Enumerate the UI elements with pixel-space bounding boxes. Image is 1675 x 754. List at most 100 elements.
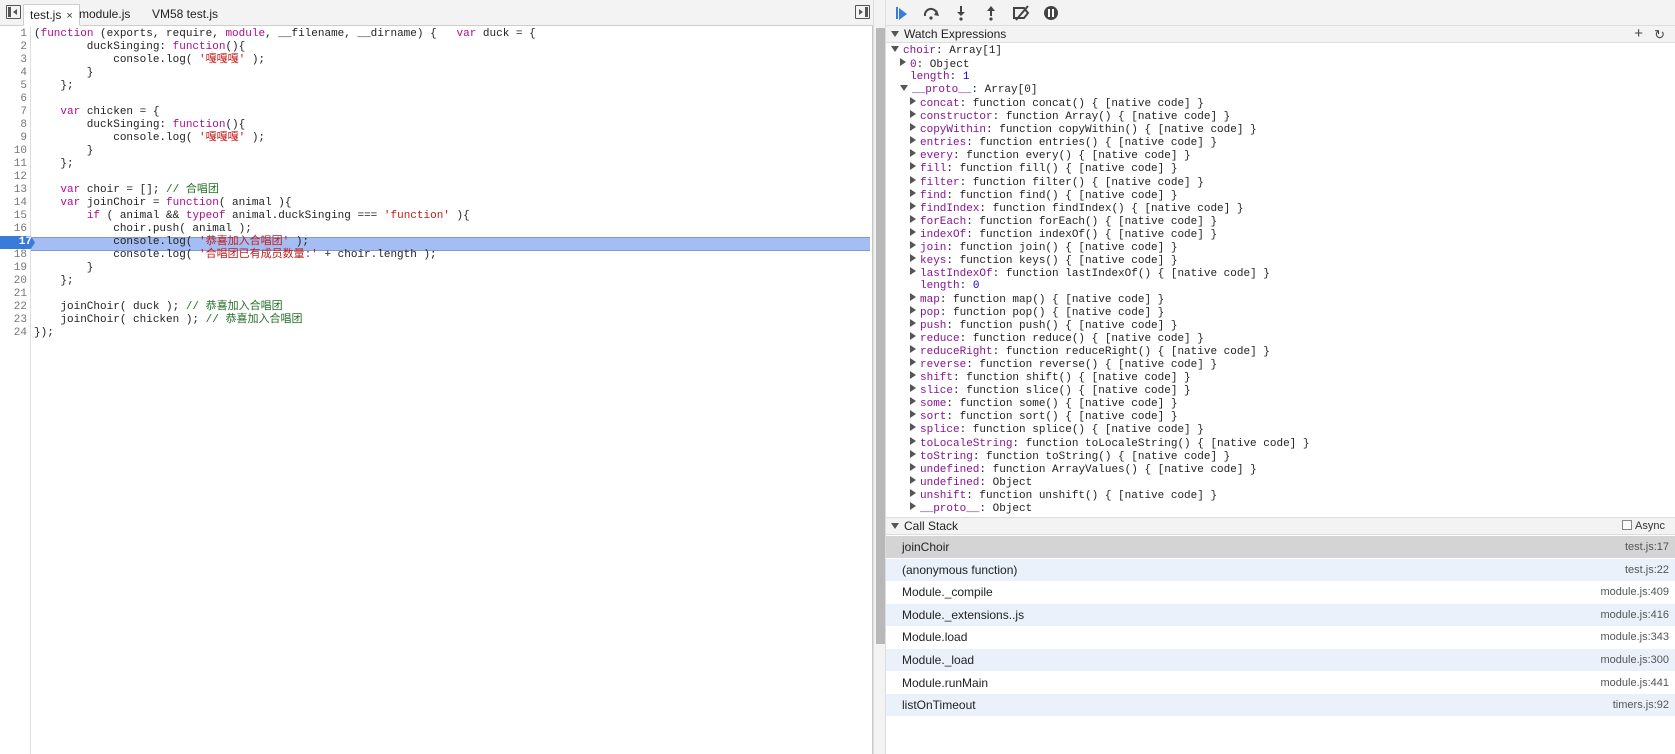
watch-tree-row[interactable]: indexOf: function indexOf() { [native co… — [910, 227, 1217, 241]
line-number[interactable]: 1 — [0, 28, 30, 41]
watch-tree-row[interactable]: every: function every() { [native code] … — [910, 149, 1191, 162]
collapsed-triangle-icon[interactable] — [910, 201, 916, 210]
collapsed-triangle-icon[interactable] — [910, 371, 916, 380]
collapsed-triangle-icon[interactable] — [910, 475, 916, 484]
watch-tree-row[interactable]: __proto__: Object — [910, 501, 1032, 515]
collapsed-triangle-icon[interactable] — [910, 358, 916, 367]
frame-location-link[interactable]: module.js:416 — [1601, 604, 1670, 626]
frame-location-link[interactable]: test.js:17 — [1625, 536, 1669, 558]
collapsed-triangle-icon[interactable] — [910, 397, 916, 406]
watch-tree-row[interactable]: toString: function toString() { [native … — [910, 449, 1230, 463]
watch-tree-row[interactable]: length: 1 — [910, 71, 969, 84]
watch-tree-row[interactable]: 0: Object — [900, 58, 969, 71]
watch-tree-row[interactable]: toLocaleString: function toLocaleString(… — [910, 436, 1309, 450]
collapsed-triangle-icon[interactable] — [910, 136, 916, 145]
step-over-icon[interactable] — [922, 4, 940, 22]
frame-location-link[interactable]: timers.js:92 — [1613, 694, 1669, 716]
editor-scrollbar[interactable] — [873, 0, 886, 754]
watch-tree-row[interactable]: join: function join() { [native code] } — [910, 240, 1177, 254]
watch-tree-row[interactable]: slice: function slice() { [native code] … — [910, 384, 1191, 397]
collapsed-triangle-icon[interactable] — [910, 110, 916, 119]
pause-on-exceptions-icon[interactable] — [1042, 4, 1060, 22]
collapsed-triangle-icon[interactable] — [910, 436, 916, 445]
call-frame[interactable]: joinChoir test.js:17 — [886, 536, 1675, 558]
call-frame[interactable]: Module._load module.js:300 — [886, 649, 1675, 671]
call-frame[interactable]: Module.load module.js:343 — [886, 626, 1675, 648]
watch-tree-row[interactable]: find: function find() { [native code] } — [910, 188, 1177, 202]
frame-location-link[interactable]: module.js:300 — [1601, 649, 1670, 671]
collapsed-triangle-icon[interactable] — [910, 384, 916, 393]
line-number[interactable]: 6 — [0, 93, 30, 106]
close-icon[interactable]: × — [66, 10, 72, 22]
line-number[interactable]: 11 — [0, 158, 30, 171]
collapsed-triangle-icon[interactable] — [910, 332, 916, 341]
collapsed-triangle-icon[interactable] — [910, 306, 916, 314]
watch-tree-row[interactable]: concat: function concat() { [native code… — [910, 97, 1204, 110]
refresh-icon[interactable]: ↻ — [1654, 26, 1665, 43]
watch-tree-row[interactable]: entries: function entries() { [native co… — [910, 136, 1217, 149]
watch-expressions-tree[interactable]: choir: Array[1] 0: Object length: 1 __proto… — [886, 44, 1675, 517]
line-number[interactable]: 18 — [0, 249, 30, 262]
line-number[interactable]: 15 — [0, 210, 30, 223]
line-number[interactable]: 24 — [0, 327, 30, 340]
expanded-triangle-icon[interactable] — [891, 46, 899, 52]
collapsed-triangle-icon[interactable] — [910, 449, 916, 458]
watch-tree-row[interactable]: push: function push() { [native code] } — [910, 319, 1177, 332]
breakpoint-marker[interactable]: 17 — [0, 236, 35, 249]
watch-tree-row[interactable]: pop: function pop() { [native code] } — [910, 306, 1164, 319]
line-number[interactable]: 4 — [0, 67, 30, 80]
line-number[interactable]: 12 — [0, 171, 30, 184]
collapsed-triangle-icon[interactable] — [910, 319, 916, 328]
expanded-triangle-icon[interactable] — [900, 85, 908, 92]
watch-tree-row[interactable]: sort: function sort() { [native code] } — [910, 410, 1177, 423]
call-frame[interactable]: Module._compile module.js:409 — [886, 581, 1675, 603]
collapsed-triangle-icon[interactable] — [910, 488, 916, 497]
collapsed-triangle-icon[interactable] — [900, 58, 906, 67]
watch-tree-row[interactable]: shift: function shift() { [native code] … — [910, 371, 1191, 384]
line-number[interactable]: 3 — [0, 54, 30, 67]
watch-tree-row[interactable]: lastIndexOf: function lastIndexOf() { [n… — [910, 266, 1270, 280]
frame-location-link[interactable]: test.js:22 — [1625, 559, 1669, 581]
watch-tree-row[interactable]: length: 0 — [920, 280, 979, 293]
tab-test-js[interactable]: test.js × — [23, 4, 80, 26]
collapsed-triangle-icon[interactable] — [910, 423, 916, 432]
call-frame[interactable]: listOnTimeout timers.js:92 — [886, 694, 1675, 717]
line-number[interactable]: 7 — [0, 106, 30, 119]
tab-vm58-test-js[interactable]: VM58 test.js — [146, 4, 224, 26]
collapsed-triangle-icon[interactable] — [910, 240, 916, 249]
async-checkbox[interactable]: Async — [1622, 518, 1665, 535]
watch-tree-row[interactable]: keys: function keys() { [native code] } — [910, 253, 1177, 267]
navigator-toggle-icon[interactable] — [6, 5, 21, 19]
frame-location-link[interactable]: module.js:441 — [1601, 672, 1670, 694]
collapsed-triangle-icon[interactable] — [910, 149, 916, 158]
watch-tree-row[interactable]: reduce: function reduce() { [native code… — [910, 332, 1204, 345]
watch-tree-row[interactable]: undefined: Object — [910, 475, 1032, 489]
line-number[interactable]: 13 — [0, 184, 30, 197]
line-number[interactable]: 23 — [0, 314, 30, 327]
line-number[interactable]: 5 — [0, 80, 30, 93]
scrollbar-thumb[interactable] — [876, 28, 885, 644]
line-number[interactable]: 16 — [0, 223, 30, 236]
watch-tree-row[interactable]: __proto__: Array[0] — [900, 84, 1037, 97]
collapsed-triangle-icon[interactable] — [910, 345, 916, 354]
watch-tree-row[interactable]: constructor: function Array() { [native … — [910, 110, 1230, 123]
call-frame[interactable]: Module._extensions..js module.js:416 — [886, 603, 1675, 626]
collapsed-triangle-icon[interactable] — [910, 162, 916, 171]
collapsed-triangle-icon[interactable] — [910, 253, 916, 262]
line-number-gutter[interactable]: 1 2 3 4 5 6 7 8 9 10 11 12 13 14 15 16 17 18 19 20 21 22 23 24 — [0, 26, 35, 754]
resume-icon[interactable] — [894, 4, 912, 22]
deactivate-breakpoints-icon[interactable] — [1012, 4, 1030, 22]
checkbox-icon[interactable] — [1622, 520, 1633, 530]
watch-tree-row[interactable]: some: function some() { [native code] } — [910, 397, 1177, 410]
line-number[interactable]: 10 — [0, 145, 30, 158]
line-number[interactable]: 14 — [0, 197, 30, 210]
collapsed-triangle-icon[interactable] — [910, 188, 916, 197]
watch-tree-row[interactable]: findIndex: function findIndex() { [nativ… — [910, 201, 1243, 215]
watch-tree-row[interactable]: forEach: function forEach() { [native co… — [910, 214, 1217, 228]
watch-tree-row[interactable]: splice: function splice() { [native code… — [910, 423, 1204, 436]
step-into-icon[interactable] — [952, 4, 970, 22]
watch-tree-row[interactable]: map: function map() { [native code] } — [910, 292, 1164, 306]
line-number[interactable]: 22 — [0, 301, 30, 314]
call-frame[interactable]: Module.runMain module.js:441 — [886, 672, 1675, 694]
watch-tree-row[interactable]: choir: Array[1] — [891, 45, 1002, 58]
